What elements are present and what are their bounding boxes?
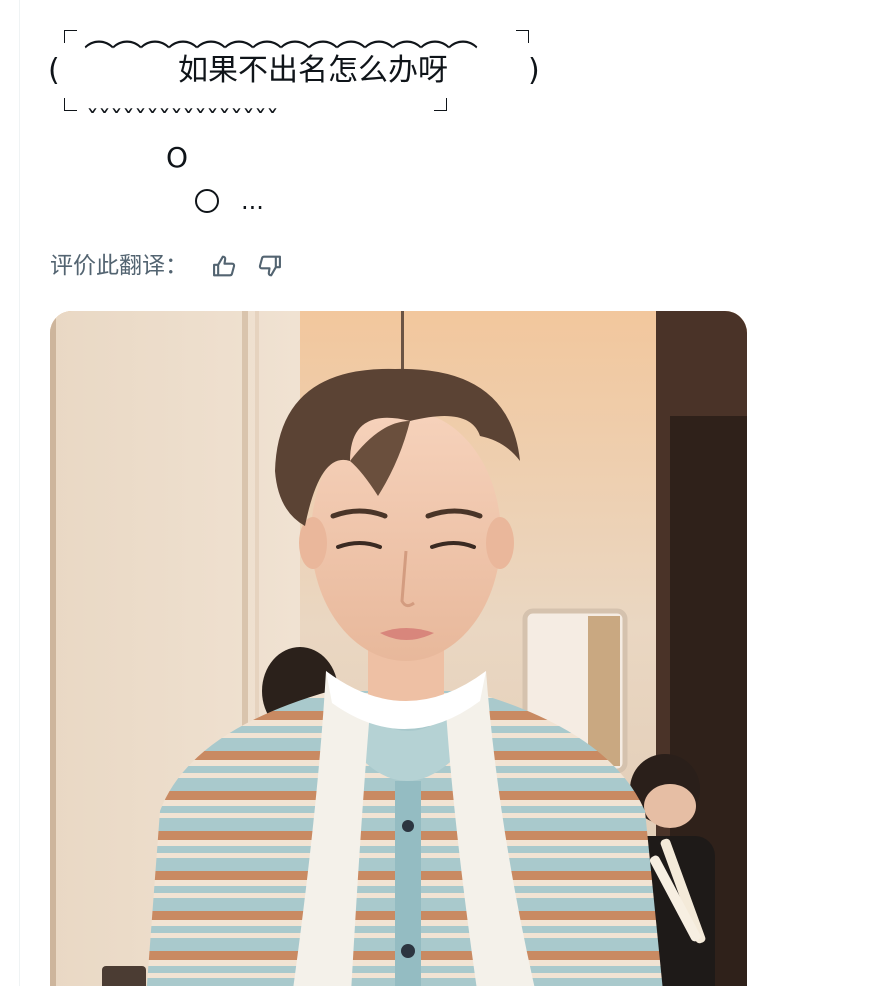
rate-translation-label: 评价此翻译： [50, 253, 188, 279]
thought-dot-small [195, 189, 219, 213]
bubble-corner-bottom-left [64, 98, 77, 111]
photo-illustration [50, 311, 747, 986]
thumbs-up-button[interactable] [208, 250, 240, 282]
bubble-text: 如果不出名怎么办呀 [178, 53, 448, 88]
bubble-corner-top-right [516, 30, 529, 43]
thumbs-up-icon [213, 255, 236, 277]
bubble-top-edge: ︵︵︵︵︵︵︵︵︵︵︵︵︵︵ [84, 19, 478, 54]
ellipsis-text: ... [241, 187, 264, 215]
tweet-detail: ︵︵︵︵︵︵︵︵︵︵︵︵︵︵ ( 如果不出名怎么办呀 ) ˇˇˇˇˇˇˇˇˇˇˇ… [0, 0, 880, 986]
rate-translation-row: 评价此翻译： [50, 248, 286, 284]
post-photo[interactable] [50, 311, 747, 986]
bubble-right-paren: ) [528, 53, 540, 88]
thumbs-down-button[interactable] [254, 250, 286, 282]
bubble-bottom-edge: ˇˇˇˇˇˇˇˇˇˇˇˇˇˇˇˇ [86, 106, 279, 136]
thought-dot-large: O [166, 141, 189, 174]
bubble-left-paren: ( [48, 53, 60, 88]
bubble-corner-bottom-right [434, 98, 447, 111]
translated-post-text: ︵︵︵︵︵︵︵︵︵︵︵︵︵︵ ( 如果不出名怎么办呀 ) ˇˇˇˇˇˇˇˇˇˇˇ… [0, 0, 600, 230]
thumbs-down-icon [258, 255, 281, 277]
bubble-corner-top-left [64, 30, 77, 43]
